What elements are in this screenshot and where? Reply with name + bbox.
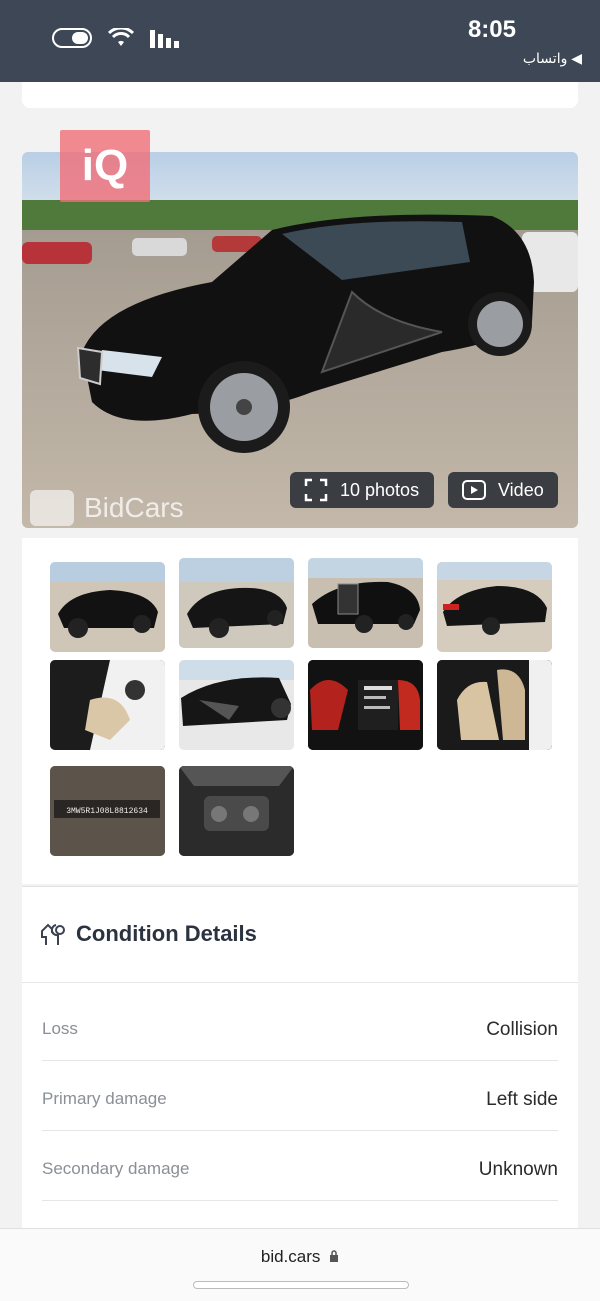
row-value: Unknown: [478, 1159, 558, 1180]
thumbnail-6[interactable]: [179, 660, 294, 750]
thumbnail-2[interactable]: [179, 558, 294, 648]
status-icons: [52, 28, 182, 48]
thumbnail-7[interactable]: [308, 660, 423, 750]
thumbnail-8[interactable]: [437, 660, 552, 750]
bidcars-logo-icon: [30, 490, 74, 526]
row-label: Secondary damage: [42, 1159, 190, 1178]
vin-plate-text: 3MW5R1J08L8812634: [66, 807, 148, 816]
condition-row-primary-damage: Primary damage Left side: [42, 1061, 558, 1131]
lock-icon: [330, 1250, 339, 1262]
thumbnail-4[interactable]: [437, 562, 552, 652]
fullscreen-icon: [304, 478, 328, 502]
wrench-icon: [41, 923, 65, 945]
condition-row-secondary-damage: Secondary damage Unknown: [42, 1131, 558, 1201]
address-bar[interactable]: bid.cars: [0, 1247, 600, 1267]
thumbnail-1[interactable]: [50, 562, 165, 652]
row-value: Left side: [486, 1089, 558, 1110]
play-icon: [462, 480, 486, 500]
battery-icon: [52, 28, 92, 48]
condition-row-loss: Loss Collision: [42, 991, 558, 1061]
wifi-icon: [108, 28, 134, 46]
photos-button-label: 10 photos: [340, 479, 420, 500]
row-value: Collision: [486, 1019, 558, 1040]
video-button-label: Video: [498, 479, 544, 500]
thumbnail-5[interactable]: [50, 660, 165, 750]
view-photos-button[interactable]: 10 photos: [290, 472, 434, 508]
thumbnail-9[interactable]: 3MW5R1J08L8812634: [50, 766, 165, 856]
browser-bottom-bar: bid.cars: [0, 1228, 600, 1301]
iq-logo: iQ: [60, 130, 150, 202]
row-label: Primary damage: [42, 1089, 167, 1108]
watermark-text: BidCars: [84, 492, 184, 523]
row-label: Loss: [42, 1019, 78, 1038]
thumbnail-3[interactable]: [308, 558, 423, 648]
video-button[interactable]: Video: [448, 472, 558, 508]
clock: 8:05: [467, 16, 516, 43]
previous-card-bottom: [22, 82, 578, 108]
status-bar: 8:05 ◀ واتساب: [0, 0, 600, 82]
thumbnail-10[interactable]: [179, 766, 294, 856]
home-indicator[interactable]: [193, 1281, 409, 1289]
condition-title: Condition Details: [76, 921, 257, 946]
url-text: bid.cars: [260, 1247, 321, 1266]
signal-icon: [150, 30, 179, 48]
condition-details-card: Condition Details Loss Collision Primary…: [22, 886, 578, 1247]
back-to-app-link[interactable]: ◀ واتساب: [523, 50, 582, 67]
thumbnail-gallery: 3MW5R1J08L8812634: [22, 538, 578, 884]
bidcars-watermark: BidCars: [30, 490, 184, 526]
condition-header: Condition Details: [22, 887, 578, 983]
